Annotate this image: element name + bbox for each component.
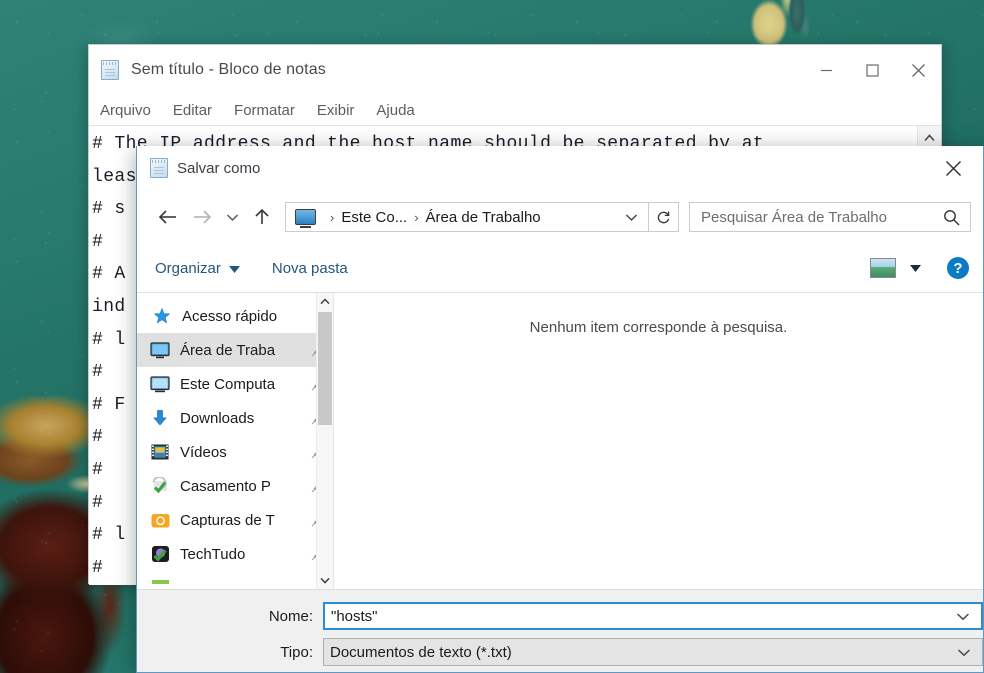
menu-exibir[interactable]: Exibir [317, 102, 366, 119]
new-folder-label: Nova pasta [271, 259, 348, 277]
breadcrumb-separator: › [330, 209, 335, 225]
refresh-icon[interactable] [649, 202, 679, 232]
menu-ajuda[interactable]: Ajuda [376, 102, 425, 119]
search-input[interactable] [690, 207, 933, 227]
sidebar-label: Área de Traba [180, 341, 276, 359]
file-type-value: Documentos de texto (*.txt) [330, 643, 512, 661]
view-mode-icon[interactable] [870, 258, 896, 278]
file-name-combo[interactable] [323, 602, 983, 630]
sidebar-item-videos[interactable]: Vídeos [137, 435, 333, 469]
menu-arquivo[interactable]: Arquivo [100, 102, 162, 119]
dialog-footer-form: Nome: Tipo: Documentos de texto (*.txt) [137, 590, 983, 672]
save-dialog-title: Salvar como [177, 159, 261, 177]
sidebar-item-area-de-trabalho[interactable]: Área de Traba [137, 333, 333, 367]
file-name-chevron-down-icon[interactable] [948, 612, 981, 621]
up-arrow-icon[interactable] [245, 200, 279, 234]
minimize-button[interactable] [803, 45, 849, 95]
sidebar-label: Acesso rápido [182, 307, 278, 325]
wallpaper-bird-top [735, 0, 835, 48]
breadcrumb-area-de-trabalho[interactable]: Área de Trabalho [426, 209, 541, 226]
close-icon[interactable] [931, 146, 975, 190]
sidebar-label: Downloads [180, 409, 255, 427]
dialog-body: Acesso rápido Área de Traba Este Computa… [137, 293, 983, 590]
help-icon[interactable]: ? [947, 257, 969, 279]
address-chevron-down-icon[interactable] [617, 213, 648, 222]
address-bar[interactable]: › Este Co... › Área de Trabalho [285, 202, 649, 232]
sidebar-item-partial[interactable] [137, 571, 333, 589]
sidebar-label: TechTudo [180, 545, 246, 563]
videos-icon [149, 444, 171, 460]
notepad-titlebar[interactable]: Sem título - Bloco de notas [89, 45, 941, 95]
organize-caret-icon [228, 260, 240, 277]
name-label: Nome: [268, 607, 313, 625]
file-list-area[interactable]: Nenhum item corresponde à pesquisa. [333, 293, 983, 589]
notepad-window-buttons [803, 45, 941, 95]
partial-item-icon [149, 579, 171, 589]
file-name-input[interactable] [325, 606, 948, 626]
menu-formatar[interactable]: Formatar [234, 102, 306, 119]
organize-button[interactable]: Organizar [155, 260, 240, 277]
forward-arrow-icon[interactable] [185, 200, 219, 234]
organize-label: Organizar [155, 259, 221, 277]
sidebar-item-downloads[interactable]: Downloads [137, 401, 333, 435]
search-icon[interactable] [933, 209, 970, 226]
notepad-icon [150, 158, 168, 178]
breadcrumb-este-computador[interactable]: Este Co... [341, 209, 407, 226]
view-mode-caret-icon[interactable] [910, 264, 921, 272]
sidebar-item-casamento[interactable]: Casamento P [137, 469, 333, 503]
back-arrow-icon[interactable] [151, 200, 185, 234]
name-row: Nome: [137, 602, 983, 630]
sidebar-item-este-computador[interactable]: Este Computa [137, 367, 333, 401]
star-icon [151, 307, 173, 325]
new-folder-button[interactable]: Nova pasta [272, 260, 348, 277]
sidebar-label: Vídeos [180, 443, 227, 461]
close-button[interactable] [895, 45, 941, 95]
notepad-title: Sem título - Bloco de notas [131, 61, 326, 78]
sidebar-scrollbar[interactable] [316, 293, 333, 589]
desktop-icon [149, 341, 171, 359]
this-pc-icon [149, 375, 171, 393]
recent-locations-chevron-down-icon[interactable] [219, 200, 245, 234]
techtudo-icon [149, 545, 171, 563]
sidebar-scroll-thumb[interactable] [318, 312, 332, 425]
navigation-row: › Este Co... › Área de Trabalho [137, 190, 983, 244]
sidebar-label: Capturas de T [180, 511, 275, 529]
sidebar-item-techtudo[interactable]: TechTudo [137, 537, 333, 571]
sidebar-item-acesso-rapido[interactable]: Acesso rápido [137, 299, 333, 333]
scroll-up-icon[interactable] [317, 293, 333, 310]
camera-icon [149, 512, 171, 529]
file-type-combo[interactable]: Documentos de texto (*.txt) [323, 638, 983, 666]
this-pc-icon [295, 209, 316, 228]
scroll-down-icon[interactable] [317, 572, 333, 589]
search-box[interactable] [689, 202, 971, 232]
navigation-sidebar: Acesso rápido Área de Traba Este Computa… [137, 293, 333, 589]
save-as-dialog: Salvar como › Este Co... › Área de Traba… [136, 146, 984, 673]
notepad-icon [101, 59, 121, 81]
sidebar-item-capturas-de-tela[interactable]: Capturas de T [137, 503, 333, 537]
download-icon [149, 409, 171, 427]
save-dialog-titlebar[interactable]: Salvar como [137, 146, 983, 190]
sidebar-label: Casamento P [180, 477, 271, 495]
maximize-button[interactable] [849, 45, 895, 95]
notepad-menubar: Arquivo Editar Formatar Exibir Ajuda [89, 95, 941, 126]
folder-sync-icon [149, 477, 171, 495]
dialog-toolbar: Organizar Nova pasta ? [137, 244, 983, 293]
breadcrumb-separator-2: › [414, 209, 419, 225]
type-row: Tipo: Documentos de texto (*.txt) [137, 638, 983, 666]
empty-list-message: Nenhum item corresponde à pesquisa. [529, 319, 788, 336]
sidebar-label: Este Computa [180, 375, 276, 393]
screen: Sem título - Bloco de notas Arquivo Edit… [0, 0, 984, 673]
menu-editar[interactable]: Editar [173, 102, 223, 119]
type-label: Tipo: [280, 643, 313, 661]
file-type-chevron-down-icon[interactable] [949, 648, 982, 657]
